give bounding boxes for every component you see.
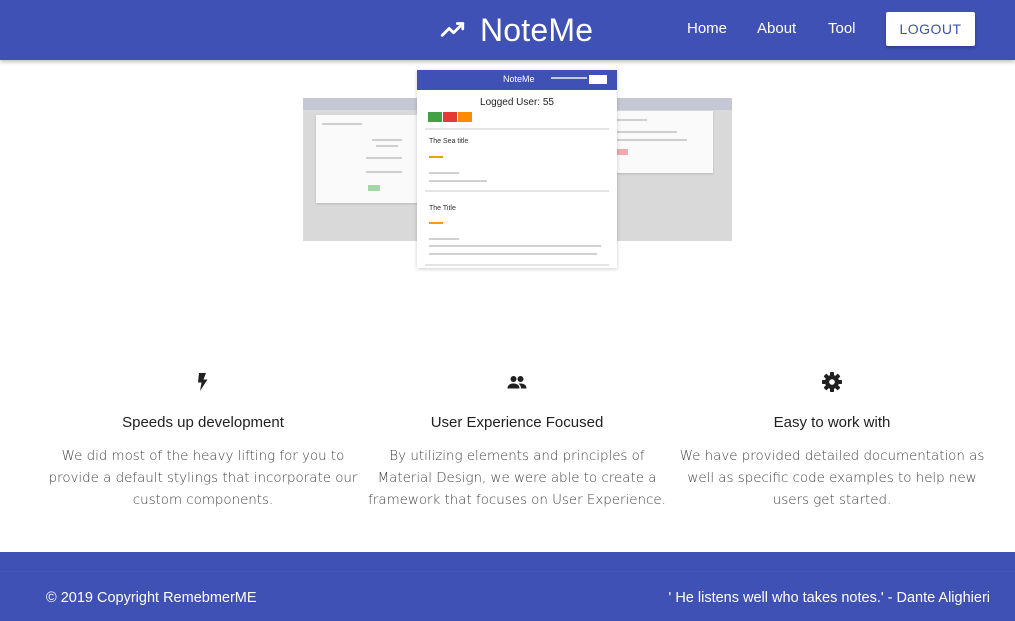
mini-text-line bbox=[366, 171, 402, 173]
brand-name: NoteMe bbox=[480, 11, 594, 48]
mini-pink-button bbox=[617, 149, 628, 155]
mini-text-line bbox=[617, 119, 647, 121]
mini-divider bbox=[425, 264, 609, 266]
group-icon bbox=[507, 376, 527, 389]
mini-note-line bbox=[429, 172, 459, 174]
mini-divider bbox=[425, 190, 609, 192]
mini-text-line bbox=[322, 123, 362, 125]
footer-quote: ' He listens well who takes notes.' - Da… bbox=[668, 590, 990, 606]
top-navbar: NoteMe Home About Tool LOGOUT bbox=[0, 0, 1015, 60]
mini-note-title: The Title bbox=[429, 205, 456, 212]
feature-description: By utilizing elements and principles of … bbox=[368, 449, 666, 508]
page-footer: © 2019 Copyright RemebmerME ' He listens… bbox=[0, 552, 1015, 621]
mini-logout-button bbox=[589, 75, 607, 84]
mini-chip-red bbox=[443, 112, 457, 122]
trending-up-icon bbox=[440, 22, 465, 37]
brand-logo[interactable]: NoteMe bbox=[440, 10, 593, 50]
feature-description: We did most of the heavy lifting for you… bbox=[48, 449, 358, 508]
mini-chip-green bbox=[428, 112, 442, 122]
feature-title: User Experience Focused bbox=[430, 414, 604, 431]
mini-nav-links bbox=[551, 77, 587, 79]
mini-green-button bbox=[368, 185, 380, 191]
feature-user-experience: User Experience Focused By utilizing ele… bbox=[362, 370, 672, 512]
flash-icon bbox=[198, 373, 208, 391]
feature-description: We have provided detailed documentation … bbox=[679, 449, 985, 508]
mini-divider bbox=[425, 128, 609, 130]
feature-title: Easy to work with bbox=[773, 414, 891, 431]
mini-note-meta bbox=[429, 156, 443, 158]
footer-copyright: © 2019 Copyright RemebmerME bbox=[46, 590, 257, 606]
nav-link-tool[interactable]: Tool bbox=[828, 20, 856, 37]
mini-note-line bbox=[429, 180, 487, 182]
mini-note-title: The Sea title bbox=[429, 138, 469, 145]
nav-link-home[interactable]: Home bbox=[687, 20, 727, 37]
hero-screenshot-front: NoteMe Logged User: 55 The Sea title The… bbox=[417, 70, 617, 268]
mini-text-line bbox=[617, 131, 677, 133]
mini-note-meta bbox=[429, 222, 443, 224]
mini-text-line bbox=[617, 139, 687, 141]
feature-title: Speeds up development bbox=[122, 414, 284, 431]
logout-button[interactable]: LOGOUT bbox=[886, 12, 975, 46]
mini-note-line bbox=[429, 238, 459, 240]
mini-chip-orange bbox=[458, 112, 472, 122]
settings-icon bbox=[822, 372, 842, 392]
mini-text-line bbox=[376, 145, 398, 147]
mini-note-line bbox=[429, 253, 597, 255]
mini-note-line bbox=[429, 245, 601, 247]
nav-link-about[interactable]: About bbox=[757, 20, 796, 37]
mini-text-line bbox=[372, 139, 402, 141]
mini-card-right bbox=[613, 111, 713, 173]
mini-brand: NoteMe bbox=[503, 74, 535, 84]
mini-text-line bbox=[366, 157, 402, 159]
mini-logged-user: Logged User: 55 bbox=[480, 97, 554, 108]
feature-speed: Speeds up development We did most of the… bbox=[48, 370, 358, 512]
footer-top-strip bbox=[0, 552, 1015, 572]
feature-easy-to-work: Easy to work with We have provided detai… bbox=[677, 370, 987, 512]
